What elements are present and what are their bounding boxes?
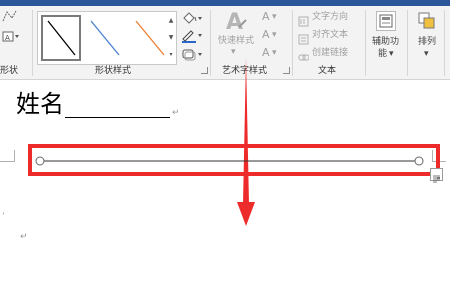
horizontal-line-shape[interactable] — [34, 154, 426, 168]
gallery-scroll-up-icon[interactable]: ▲ — [166, 12, 176, 29]
shape-edit-icon[interactable] — [2, 8, 18, 27]
align-text-icon[interactable] — [298, 30, 309, 49]
group-separator — [292, 10, 293, 76]
gallery-scroll: ▲ ▼ ▾ — [166, 12, 176, 64]
shape-style-gallery — [37, 11, 177, 65]
gallery-more-icon[interactable]: ▾ — [166, 46, 176, 63]
quick-styles-icon[interactable]: A — [223, 9, 249, 37]
edge-mark: ’ — [2, 212, 5, 222]
group-separator — [210, 10, 211, 76]
red-arrow-icon — [237, 58, 255, 226]
shape-styles-launcher-icon[interactable] — [201, 67, 208, 74]
shape-effects-icon[interactable] — [181, 46, 203, 65]
layout-options-icon[interactable] — [430, 168, 443, 183]
style-swatch-black[interactable] — [41, 15, 81, 61]
ribbon: A 形状 ▲ ▼ ▾ 形状样式 A 快速样式 ▾ A ▾ A ▾ A ▾ 艺术字… — [0, 6, 450, 80]
shape-styles-group-label: 形状样式 — [95, 66, 132, 76]
fill-bucket-icon[interactable] — [181, 10, 203, 29]
text-fill-dropdown-icon[interactable]: ▾ — [272, 12, 277, 23]
group-separator — [407, 10, 408, 76]
text-effects-button[interactable]: A — [262, 47, 270, 58]
accessibility-dropdown-icon[interactable]: ▾ — [389, 49, 394, 60]
accessibility-label-line2[interactable]: 能 — [378, 49, 387, 60]
arrange-dropdown-icon[interactable]: ▾ — [424, 49, 429, 60]
arrange-label[interactable]: 排列 — [418, 37, 436, 48]
link-icon[interactable] — [298, 48, 310, 67]
style-swatch-blue[interactable] — [85, 15, 125, 61]
text-fill-button[interactable]: A — [262, 11, 270, 22]
paragraph-mark: ↵ — [20, 232, 28, 242]
textbox-icon[interactable]: A — [2, 28, 20, 47]
gallery-scroll-down-icon[interactable]: ▼ — [166, 29, 176, 46]
paragraph-mark: ↵ — [172, 108, 180, 118]
name-underline — [65, 117, 170, 118]
text-effects-dropdown-icon[interactable]: ▾ — [272, 48, 277, 59]
name-label: 姓名 — [16, 90, 64, 118]
text-direction-button[interactable]: 文字方向 — [312, 12, 348, 23]
accessibility-label-line1[interactable]: 辅助功 — [372, 37, 399, 48]
margin-corner-mark — [0, 150, 15, 162]
svg-text:A: A — [5, 34, 10, 42]
style-swatch-orange[interactable] — [130, 15, 170, 61]
quick-styles-label[interactable]: 快速样式 — [218, 36, 254, 47]
text-outline-button[interactable]: A — [262, 29, 270, 40]
document-canvas[interactable] — [0, 81, 450, 300]
shapes-group-label: 形状 — [0, 66, 19, 76]
group-separator — [365, 10, 366, 76]
text-direction-icon[interactable] — [298, 12, 309, 31]
arrange-icon[interactable] — [417, 11, 437, 35]
line-end-handle — [414, 156, 424, 166]
text-group-label: 文本 — [318, 66, 337, 76]
line-start-handle — [35, 156, 45, 166]
create-link-button[interactable]: 创建链接 — [312, 48, 348, 59]
svg-text:A: A — [226, 10, 243, 33]
text-outline-dropdown-icon[interactable]: ▾ — [272, 30, 277, 41]
pen-outline-icon[interactable] — [181, 28, 203, 47]
accessibility-icon[interactable] — [376, 11, 396, 31]
group-separator — [32, 10, 33, 76]
align-text-button[interactable]: 对齐文本 — [312, 30, 348, 41]
wordart-launcher-icon[interactable] — [283, 67, 290, 74]
group-separator — [444, 10, 445, 76]
